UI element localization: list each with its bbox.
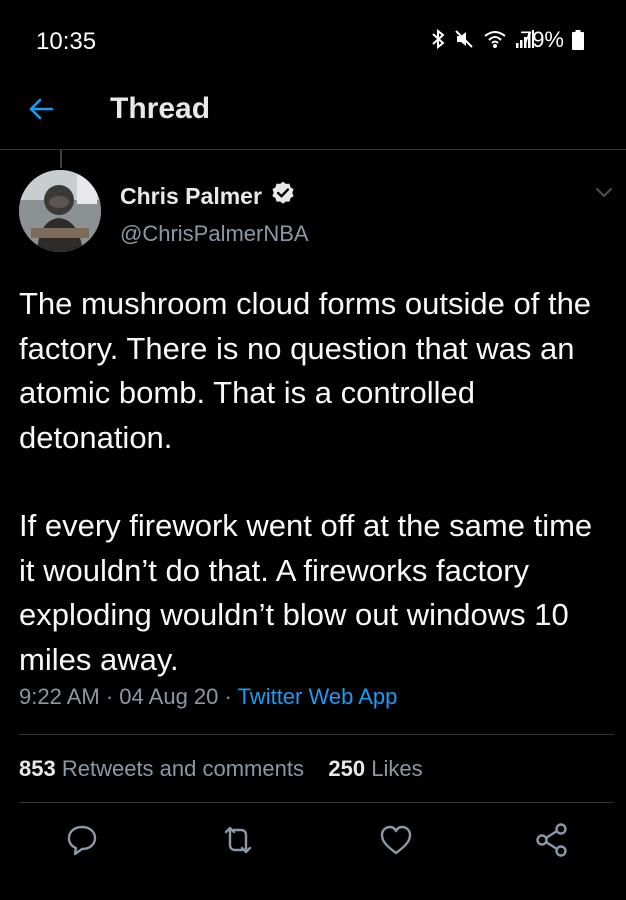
mute-icon	[455, 30, 473, 48]
arrow-left-icon[interactable]	[26, 94, 56, 124]
tweet-date: 04 Aug 20	[119, 684, 219, 709]
retweet-button[interactable]	[218, 820, 258, 860]
tweet-actions	[0, 820, 626, 870]
like-icon	[380, 825, 412, 855]
reply-button[interactable]	[62, 820, 102, 860]
retweet-icon	[224, 826, 252, 854]
tweet-source-link[interactable]: Twitter Web App	[238, 684, 398, 709]
status-icons	[431, 28, 534, 50]
author-name[interactable]: Chris Palmer	[120, 183, 262, 210]
verified-badge-icon	[272, 181, 294, 204]
like-button[interactable]	[376, 820, 416, 860]
meta-separator: ·	[224, 684, 232, 709]
tweet-stats: 853 Retweets and comments 250 Likes	[19, 756, 423, 782]
thread-connector-line	[60, 150, 62, 168]
tweet-time: 9:22 AM	[19, 684, 100, 709]
thread-header: Thread	[0, 84, 626, 150]
status-bar: 10:35 79%	[0, 0, 626, 84]
battery-icon	[572, 30, 584, 50]
bluetooth-icon	[432, 28, 445, 50]
tweet-paragraph: The mushroom cloud forms outside of the …	[19, 286, 592, 455]
retweet-stat[interactable]: 853 Retweets and comments	[19, 756, 304, 781]
divider	[19, 802, 614, 803]
tweet-text: The mushroom cloud forms outside of the …	[19, 282, 614, 682]
status-time: 10:35	[36, 28, 97, 55]
likes-label: Likes	[371, 756, 423, 781]
reply-icon	[67, 825, 97, 856]
likes-stat[interactable]: 250 Likes	[328, 756, 422, 781]
tweet-paragraph: If every firework went off at the same t…	[19, 508, 593, 677]
wifi-icon	[484, 31, 506, 48]
share-icon	[536, 823, 567, 857]
battery-percentage: 79%	[519, 27, 564, 52]
divider	[19, 734, 614, 735]
retweet-count: 853	[19, 756, 56, 781]
retweet-label: Retweets and comments	[61, 756, 304, 781]
likes-count: 250	[328, 756, 366, 781]
tweet-meta: 9:22 AM · 04 Aug 20 · Twitter Web App	[19, 684, 397, 710]
chevron-down-icon[interactable]	[594, 186, 614, 200]
author-handle[interactable]: @ChrisPalmerNBA	[120, 221, 309, 247]
avatar[interactable]	[19, 170, 101, 252]
avatar-image	[19, 170, 101, 252]
share-button[interactable]	[532, 820, 572, 860]
meta-separator: ·	[105, 684, 114, 709]
page-title: Thread	[110, 92, 211, 125]
